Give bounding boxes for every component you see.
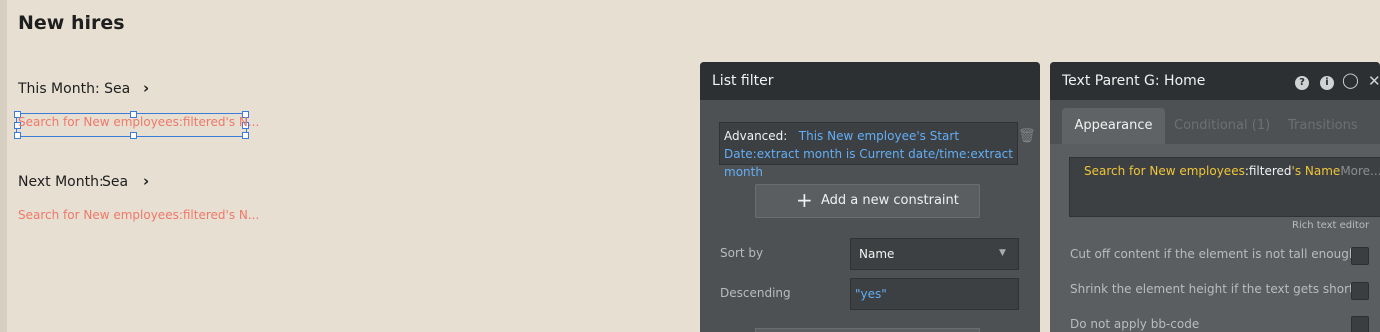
- text-panel-title: Text Parent G: Home: [1062, 73, 1206, 89]
- tab-transitions[interactable]: Transitions: [1288, 118, 1358, 133]
- this-month-label[interactable]: This Month: Sea: [18, 81, 130, 97]
- close-icon[interactable]: ✕: [1368, 62, 1380, 100]
- dynamic-expression[interactable]: Search for New employees:filtered's Name…: [1084, 164, 1380, 178]
- next-button[interactable]: [755, 328, 980, 332]
- next-month-label[interactable]: Next Month:: [18, 174, 104, 190]
- text-panel-header[interactable]: Text Parent G: Home ? i ◯ ✕: [1050, 62, 1380, 100]
- cut-off-checkbox[interactable]: [1351, 247, 1369, 265]
- chevron-down-icon: ▼: [999, 248, 1006, 258]
- advanced-constraint-text[interactable]: Advanced: This New employee's Start Date…: [724, 127, 1016, 181]
- text-properties-panel: Text Parent G: Home ? i ◯ ✕ Appearance C…: [1050, 62, 1380, 332]
- this-month-text[interactable]: Search for New employees:filtered's N...: [18, 115, 259, 129]
- add-constraint-button[interactable]: + Add a new constraint: [755, 184, 980, 218]
- sort-by-label: Sort by: [720, 246, 764, 260]
- bbcode-checkbox[interactable]: [1351, 316, 1369, 332]
- descending-input[interactable]: "yes": [850, 278, 1019, 310]
- comment-icon[interactable]: ◯: [1342, 62, 1359, 99]
- list-filter-panel: List filter Advanced: This New employee'…: [700, 62, 1040, 332]
- resize-handle[interactable]: [14, 132, 21, 139]
- chevron-right-icon[interactable]: ›: [143, 79, 149, 97]
- sort-by-value: Name: [859, 247, 895, 261]
- expression-source[interactable]: Search for New employees: [1084, 164, 1245, 178]
- page-title: New hires: [18, 12, 125, 34]
- rich-text-editor-link[interactable]: Rich text editor: [1292, 220, 1369, 231]
- option-bbcode-label: Do not apply bb-code: [1070, 317, 1200, 331]
- expression-filter[interactable]: :filtered: [1245, 164, 1292, 178]
- shrink-checkbox[interactable]: [1351, 282, 1369, 300]
- option-cut-off-label: Cut off content if the element is not ta…: [1070, 247, 1357, 261]
- descending-label: Descending: [720, 286, 791, 300]
- list-filter-header[interactable]: List filter: [700, 62, 1040, 100]
- add-constraint-label: Add a new constraint: [821, 193, 959, 208]
- advanced-label: Advanced:: [724, 129, 788, 143]
- tab-appearance[interactable]: Appearance: [1062, 108, 1165, 144]
- next-month-sea[interactable]: Sea: [102, 174, 128, 190]
- sort-by-dropdown[interactable]: Name ▼: [850, 238, 1019, 270]
- next-month-text[interactable]: Search for New employees:filtered's N...: [18, 208, 259, 222]
- more-link[interactable]: More...: [1340, 164, 1380, 178]
- trash-icon[interactable]: 🗑: [1018, 128, 1036, 144]
- descending-value: "yes": [855, 287, 887, 301]
- tab-conditional[interactable]: Conditional (1): [1174, 118, 1270, 133]
- list-filter-title: List filter: [712, 73, 774, 89]
- plus-icon: +: [796, 188, 813, 212]
- info-icon[interactable]: i: [1320, 62, 1334, 100]
- help-icon[interactable]: ?: [1295, 62, 1309, 100]
- resize-handle[interactable]: [130, 132, 137, 139]
- expression-field[interactable]: 's Name: [1292, 164, 1341, 178]
- option-shrink-label: Shrink the element height if the text ge…: [1070, 282, 1367, 296]
- chevron-right-icon[interactable]: ›: [143, 172, 149, 190]
- canvas-left-edge: [0, 0, 7, 332]
- resize-handle[interactable]: [242, 132, 249, 139]
